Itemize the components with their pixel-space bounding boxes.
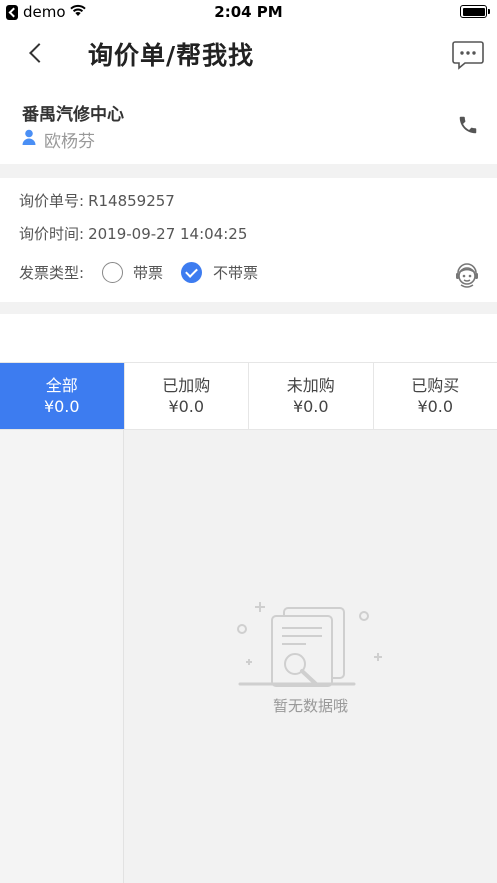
tab-label: 未加购 <box>286 376 335 395</box>
tab-label: 全部 <box>45 376 78 395</box>
tab-added[interactable]: 已加购 ¥0.0 <box>123 363 249 429</box>
tab-all[interactable]: 全部 ¥0.0 <box>0 363 124 429</box>
category-sidebar <box>0 430 124 883</box>
tab-amount: ¥0.0 <box>168 397 205 416</box>
invoice-with-radio[interactable] <box>102 262 123 283</box>
inquiry-number-label: 询价单号: <box>19 192 85 210</box>
invoice-without-label[interactable]: 不带票 <box>213 262 258 283</box>
status-time: 2:04 PM <box>214 3 283 21</box>
message-icon[interactable] <box>451 39 485 71</box>
contact-name: 欧杨芬 <box>44 132 95 152</box>
tab-amount: ¥0.0 <box>292 397 329 416</box>
tab-purchased[interactable]: 已购买 ¥0.0 <box>372 363 497 429</box>
inquiry-info-card: 询价单号: R14859257 询价时间: 2019-09-27 14:04:25 … <box>0 178 497 302</box>
tab-amount: ¥0.0 <box>43 397 80 416</box>
phone-icon[interactable] <box>457 114 479 136</box>
nav-bar: 询价单/帮我找 <box>0 26 497 84</box>
shop-name: 番禺汽修中心 <box>22 105 124 125</box>
status-bar: demo 2:04 PM <box>0 0 497 26</box>
empty-state-text: 暂无数据哦 <box>272 697 348 715</box>
tab-not-added[interactable]: 未加购 ¥0.0 <box>248 363 373 429</box>
invoice-type-label: 发票类型: <box>19 264 85 282</box>
results-area: 暂无数据哦 <box>124 430 497 883</box>
status-tabs: 全部 ¥0.0 已加购 ¥0.0 未加购 ¥0.0 已购买 ¥0.0 <box>0 362 497 430</box>
tab-label: 已加购 <box>162 376 211 395</box>
inquiry-number-value: R14859257 <box>88 192 175 210</box>
blank-section <box>0 314 497 362</box>
inquiry-time-label: 询价时间: <box>19 225 85 243</box>
inquiry-time-row: 询价时间: 2019-09-27 14:04:25 <box>19 223 247 244</box>
back-button[interactable] <box>26 43 46 63</box>
tab-amount: ¥0.0 <box>417 397 454 416</box>
inquiry-page: demo 2:04 PM 询价单/帮我找 番禺汽修中心 欧杨芬 询价单号: R1… <box>0 0 497 883</box>
person-icon <box>22 129 36 145</box>
battery-icon <box>460 5 490 18</box>
invoice-without-radio[interactable] <box>181 262 202 283</box>
tab-label: 已购买 <box>411 376 460 395</box>
customer-service-icon[interactable] <box>454 261 480 289</box>
invoice-with-label[interactable]: 带票 <box>133 262 163 283</box>
inquiry-number-row: 询价单号: R14859257 <box>19 190 175 211</box>
empty-document-icon <box>237 602 382 687</box>
inquiry-time-value: 2019-09-27 14:04:25 <box>88 225 248 243</box>
shop-card: 番禺汽修中心 欧杨芬 <box>0 84 497 164</box>
page-title: 询价单/帮我找 <box>88 41 255 70</box>
